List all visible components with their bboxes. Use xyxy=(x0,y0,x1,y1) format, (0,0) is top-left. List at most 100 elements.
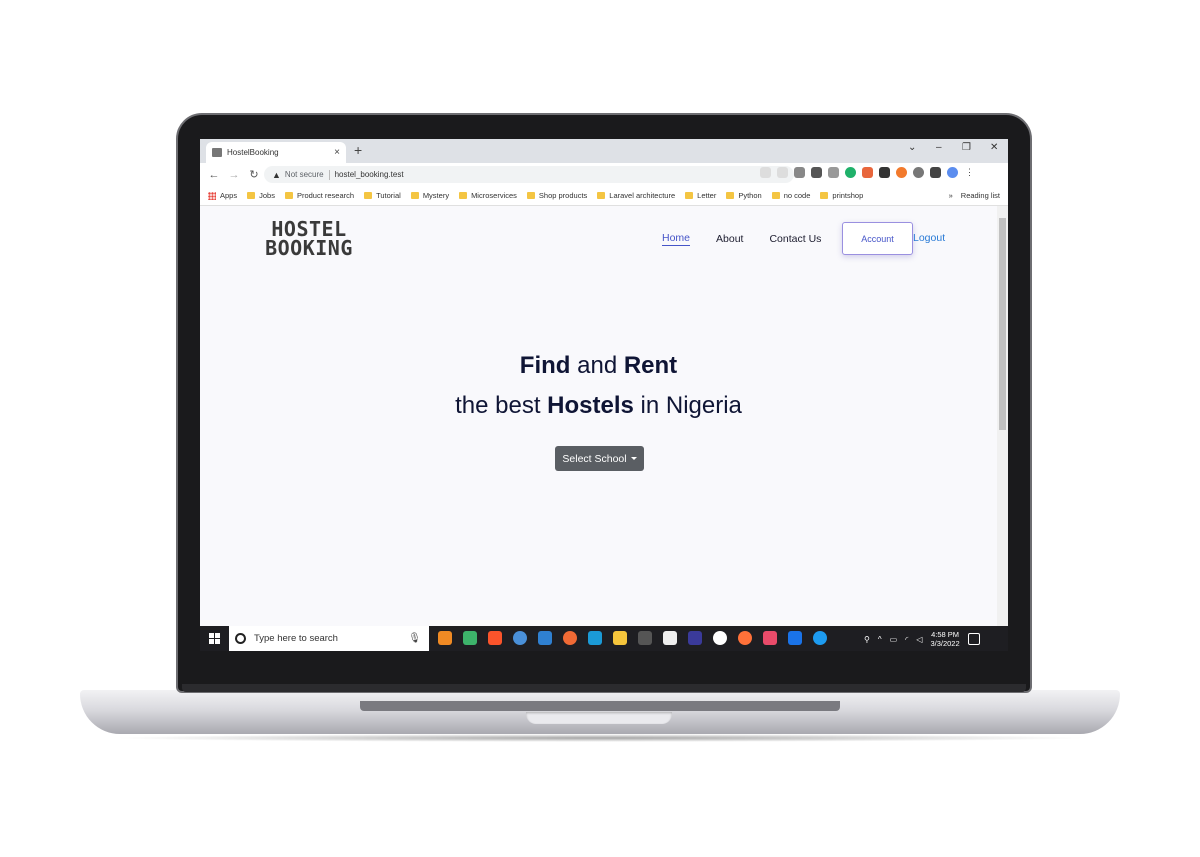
folder-icon xyxy=(410,192,419,199)
microphone-icon[interactable]: 🎙 xyxy=(408,633,421,644)
taskbar-clock[interactable]: 4:58 PM 3/3/2022 xyxy=(930,630,959,648)
figma-icon[interactable] xyxy=(763,631,777,645)
bookmark-label: printshop xyxy=(832,191,864,200)
sourcetree-icon[interactable] xyxy=(463,631,477,645)
brave-icon[interactable] xyxy=(488,631,502,645)
notepad-icon[interactable] xyxy=(663,631,677,645)
caret-down-icon xyxy=(630,457,637,460)
bookmark-item[interactable]: printshop xyxy=(820,191,863,200)
select-school-dropdown[interactable]: Select School xyxy=(555,446,644,471)
chrome-icon[interactable] xyxy=(513,631,527,645)
tab-close-icon[interactable]: × xyxy=(334,147,340,158)
restore-icon[interactable]: ❐ xyxy=(962,142,971,153)
address-bar[interactable]: ▲ Not secure hostel_booking.test xyxy=(264,166,794,183)
laptop-hinge xyxy=(182,684,1026,692)
tab-search-icon[interactable]: ⌄ xyxy=(908,142,916,153)
notification-icon[interactable] xyxy=(967,633,980,645)
terminal-icon[interactable] xyxy=(638,631,652,645)
battery-icon[interactable]: ▭ xyxy=(890,635,898,644)
bookmarks-right: » Reading list xyxy=(949,191,1000,200)
bookmark-item[interactable]: Laravel architecture xyxy=(597,191,675,200)
extension-icon[interactable] xyxy=(811,167,822,178)
reading-list-button[interactable]: Reading list xyxy=(961,191,1000,200)
mongodb-icon[interactable] xyxy=(713,631,727,645)
windows-start-icon[interactable] xyxy=(209,633,220,644)
tab-favicon-icon xyxy=(212,148,222,157)
nav-contact[interactable]: Contact Us xyxy=(769,233,821,245)
phpstorm-icon[interactable] xyxy=(688,631,702,645)
account-button[interactable]: Account xyxy=(842,222,913,255)
bookmark-label: Shop products xyxy=(538,191,588,200)
hero-in-nigeria: in Nigeria xyxy=(633,392,742,419)
grammarly-icon[interactable] xyxy=(845,167,856,178)
hero-line-1: Find and Rent xyxy=(200,352,997,380)
clock-date: 3/3/2022 xyxy=(930,639,960,648)
browser-toolbar: ← → ↻ ▲ Not secure hostel_booking.test ⋮ xyxy=(200,163,1008,186)
bookmark-label: Tutorial xyxy=(376,191,401,200)
more-bookmarks-icon[interactable]: » xyxy=(949,191,953,200)
select-school-label: Select School xyxy=(562,452,627,465)
share-icon[interactable] xyxy=(760,167,771,178)
screen: HostelBooking × + ⌄ – ❐ ✕ ← → ↻ ▲ Not se… xyxy=(200,139,1008,651)
close-window-icon[interactable]: ✕ xyxy=(990,142,998,153)
bookmark-label: Mystery xyxy=(422,191,450,200)
bookmark-label: Microservices xyxy=(471,191,517,200)
folder-icon xyxy=(771,192,780,199)
extension-icon[interactable] xyxy=(879,167,890,178)
new-tab-icon[interactable]: + xyxy=(354,142,362,158)
volume-icon[interactable]: ◁ xyxy=(916,635,922,644)
bookmark-item[interactable]: Product research xyxy=(284,191,354,200)
bookmark-item[interactable]: Tutorial xyxy=(364,191,401,200)
chevron-up-icon[interactable]: ^ xyxy=(878,635,882,644)
extension-icon[interactable] xyxy=(862,167,873,178)
site-logo[interactable]: HOSTEL BOOKING xyxy=(254,219,364,258)
extension-icon[interactable] xyxy=(828,167,839,178)
vlc-icon[interactable] xyxy=(438,631,452,645)
folder-icon xyxy=(526,192,535,199)
taskbar-search-input[interactable]: Type here to search 🎙 xyxy=(229,626,429,651)
system-tray: ⚲ ^ ▭ ◜ ◁ 4:58 PM 3/3/2022 xyxy=(864,630,980,648)
scrollbar-thumb[interactable] xyxy=(999,218,1006,430)
mail-icon[interactable] xyxy=(788,631,802,645)
people-icon[interactable]: ⚲ xyxy=(864,635,870,644)
minimize-icon[interactable]: – xyxy=(936,142,942,153)
bookmark-item[interactable]: Mystery xyxy=(410,191,450,200)
back-icon[interactable]: ← xyxy=(208,169,220,181)
bookmark-item[interactable]: Python xyxy=(726,191,762,200)
page-scrollbar[interactable] xyxy=(997,206,1008,626)
browser-tab[interactable]: HostelBooking × xyxy=(206,142,346,163)
bookmark-item[interactable]: no code xyxy=(771,191,811,200)
logout-link[interactable]: Logout xyxy=(913,232,945,244)
clock-time: 4:58 PM xyxy=(931,630,960,639)
puzzle-icon[interactable] xyxy=(930,167,941,178)
firefox-icon[interactable] xyxy=(738,631,752,645)
extension-icon[interactable] xyxy=(896,167,907,178)
bookmark-label: no code xyxy=(783,191,811,200)
reload-icon[interactable]: ↻ xyxy=(248,168,260,181)
file-explorer-icon[interactable] xyxy=(613,631,627,645)
forward-icon[interactable]: → xyxy=(228,169,240,181)
extension-icon[interactable] xyxy=(794,167,805,178)
bookmark-label: Letter xyxy=(697,191,717,200)
star-icon[interactable] xyxy=(777,167,788,178)
postman-icon[interactable] xyxy=(563,631,577,645)
docker-icon[interactable] xyxy=(813,631,827,645)
bookmark-label: Apps xyxy=(220,191,238,200)
extension-icon[interactable] xyxy=(913,167,924,178)
bookmarks-bar: Apps Jobs Product research Tutorial Myst… xyxy=(200,186,1008,206)
nav-home[interactable]: Home xyxy=(662,232,691,246)
bookmark-item[interactable]: Letter xyxy=(685,191,716,200)
url-text: hostel_booking.test xyxy=(334,170,404,179)
menu-icon[interactable]: ⋮ xyxy=(964,167,975,178)
folder-icon xyxy=(364,192,373,199)
bookmark-apps[interactable]: Apps xyxy=(208,191,237,200)
nav-about[interactable]: About xyxy=(716,233,743,245)
wifi-icon[interactable]: ◜ xyxy=(905,635,908,644)
tab-title: HostelBooking xyxy=(227,148,279,157)
vscode-icon[interactable] xyxy=(538,631,552,645)
edge-icon[interactable] xyxy=(588,631,602,645)
bookmark-item[interactable]: Microservices xyxy=(459,191,517,200)
profile-avatar-icon[interactable] xyxy=(947,167,958,178)
bookmark-item[interactable]: Jobs xyxy=(247,191,275,200)
bookmark-item[interactable]: Shop products xyxy=(526,191,588,200)
